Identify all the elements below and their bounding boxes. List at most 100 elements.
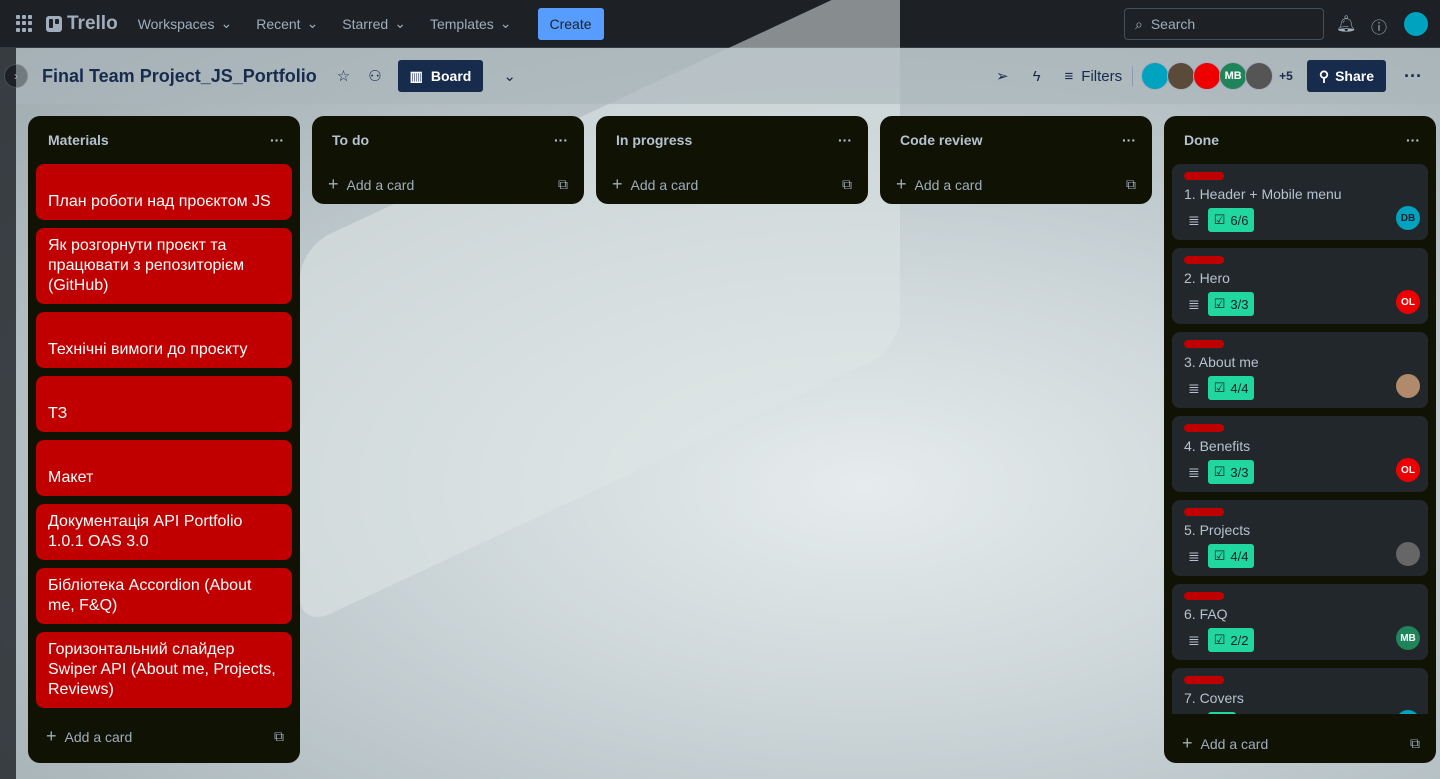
- description-icon: ≣: [1188, 211, 1200, 228]
- card[interactable]: План роботи над проєктом JS: [36, 164, 292, 220]
- card[interactable]: 6. FAQ ≣ ☑ 2/2 MB: [1172, 584, 1428, 660]
- card-scroll-area[interactable]: 1. Header + Mobile menu ≣ ☑ 6/6 DB 2. Her…: [1164, 164, 1436, 714]
- help-icon[interactable]: ⓘ: [1371, 14, 1387, 38]
- checklist-badge: ☑: [1207, 712, 1237, 714]
- add-card-button[interactable]: + Add a card ⧉: [30, 716, 300, 756]
- nav-templates[interactable]: Templates ⌄: [418, 8, 524, 40]
- card-label[interactable]: [1184, 424, 1224, 432]
- card[interactable]: Горизонтальний слайдер Swiper API (About…: [36, 632, 292, 708]
- list-title[interactable]: In progress: [616, 132, 692, 148]
- automation-icon[interactable]: ϟ: [1033, 68, 1041, 85]
- plus-icon: +: [328, 173, 339, 194]
- card[interactable]: 7. Covers ≣ ☑: [1172, 668, 1428, 714]
- checkbox-icon: ☑: [1213, 296, 1226, 311]
- card[interactable]: Як розгорнути проєкт та працювати з репо…: [36, 228, 292, 304]
- search-icon: ⌕: [1135, 15, 1143, 32]
- board-view-button[interactable]: ▥ Board: [397, 60, 484, 92]
- template-icon[interactable]: ⧉: [1126, 176, 1136, 193]
- card[interactable]: 2. Hero ≣ ☑ 3/3 OL: [1172, 248, 1428, 324]
- card[interactable]: Документація API Portfolio 1.0.1 OAS 3.0: [36, 504, 292, 560]
- card[interactable]: Технічні вимоги до проєкту: [36, 312, 292, 368]
- chevron-down-icon: ⌄: [499, 15, 512, 31]
- filter-icon: ≡: [1064, 67, 1074, 85]
- list-title[interactable]: To do: [332, 132, 369, 148]
- member-avatar[interactable]: OL: [1396, 458, 1420, 482]
- board-title[interactable]: Final Team Project_JS_Portfolio: [42, 66, 317, 87]
- member-avatar[interactable]: [1396, 542, 1420, 566]
- card-label[interactable]: [1184, 340, 1224, 348]
- card-label[interactable]: [1184, 592, 1224, 600]
- list-title[interactable]: Done: [1184, 132, 1219, 148]
- list-menu-icon[interactable]: ···: [270, 132, 284, 148]
- add-card-button[interactable]: + Add a card ⧉: [596, 164, 868, 204]
- nav-workspaces[interactable]: Workspaces ⌄: [126, 8, 245, 40]
- app-switcher-icon[interactable]: [16, 14, 34, 33]
- card-title: 4. Benefits: [1184, 438, 1251, 454]
- list-menu-icon[interactable]: ···: [1406, 132, 1420, 148]
- add-card-button[interactable]: + Add a card ⧉: [880, 164, 1152, 204]
- notifications-icon[interactable]: 🔔︎: [1336, 14, 1356, 34]
- nav-recent[interactable]: Recent ⌄: [244, 8, 330, 40]
- checklist-badge: ☑ 3/3: [1207, 460, 1255, 484]
- more-members[interactable]: +5: [1279, 69, 1293, 83]
- search-input[interactable]: ⌕ Search: [1124, 8, 1324, 40]
- card[interactable]: Макет: [36, 440, 292, 496]
- member-avatar[interactable]: [1396, 710, 1420, 714]
- list-done: Done ··· 1. Header + Mobile menu ≣ ☑ 6/6 D…: [1164, 116, 1436, 763]
- add-card-button[interactable]: + Add a card ⧉: [1166, 723, 1436, 763]
- list-menu-icon[interactable]: ···: [1122, 132, 1136, 148]
- member-avatar[interactable]: [1245, 62, 1274, 90]
- share-button[interactable]: ⚲ Share: [1306, 60, 1387, 92]
- card-label[interactable]: [1184, 256, 1224, 264]
- list-title[interactable]: Materials: [48, 132, 109, 148]
- create-button[interactable]: Create: [537, 7, 604, 40]
- chevron-down-icon: ⌄: [220, 15, 233, 31]
- card[interactable]: 4. Benefits ≣ ☑ 3/3 OL: [1172, 416, 1428, 492]
- add-card-button[interactable]: + Add a card ⧉: [312, 164, 584, 204]
- template-icon[interactable]: ⧉: [558, 176, 568, 193]
- member-avatar[interactable]: MB: [1219, 62, 1248, 90]
- plus-icon: +: [1182, 732, 1193, 753]
- member-avatar[interactable]: MB: [1396, 626, 1420, 650]
- card-title: 1. Header + Mobile menu: [1184, 186, 1342, 202]
- member-avatar[interactable]: [1141, 62, 1170, 90]
- star-icon[interactable]: ☆: [337, 67, 350, 85]
- card[interactable]: Бібліотека Accordion (About me, F&Q): [36, 568, 292, 624]
- member-avatar[interactable]: DB: [1396, 206, 1420, 230]
- description-icon: ≣: [1188, 547, 1200, 564]
- card[interactable]: 1. Header + Mobile menu ≣ ☑ 6/6 DB: [1172, 164, 1428, 240]
- card-label[interactable]: [1184, 508, 1224, 516]
- trello-logo[interactable]: Trello: [46, 13, 118, 35]
- more-menu-icon[interactable]: ···: [1404, 66, 1422, 87]
- list-menu-icon[interactable]: ···: [838, 132, 852, 148]
- visibility-icon[interactable]: ⚇: [368, 67, 381, 85]
- divider: [1132, 66, 1134, 86]
- card[interactable]: 5. Projects ≣ ☑ 4/4: [1172, 500, 1428, 576]
- card[interactable]: ТЗ: [36, 376, 292, 432]
- filters-button[interactable]: ≡ Filters: [1065, 68, 1123, 85]
- checklist-badge: ☑ 4/4: [1207, 376, 1255, 400]
- template-icon[interactable]: ⧉: [842, 176, 852, 193]
- logo-text: Trello: [67, 12, 118, 34]
- member-avatar[interactable]: [1167, 62, 1196, 90]
- account-avatar[interactable]: [1404, 12, 1428, 36]
- list-title[interactable]: Code review: [900, 132, 982, 148]
- checkbox-icon: ☑: [1213, 632, 1226, 647]
- member-avatar[interactable]: OL: [1396, 290, 1420, 314]
- description-icon: ≣: [1188, 379, 1200, 396]
- power-ups-icon[interactable]: ➢: [996, 67, 1009, 85]
- member-avatar[interactable]: [1396, 374, 1420, 398]
- nav-starred[interactable]: Starred ⌄: [330, 8, 418, 40]
- member-avatar[interactable]: [1193, 62, 1222, 90]
- chevron-down-icon[interactable]: ⌄: [503, 67, 516, 85]
- top-bar: Trello Workspaces ⌄ Recent ⌄ Starred ⌄ Temp…: [0, 0, 1440, 48]
- card[interactable]: 3. About me ≣ ☑ 4/4: [1172, 332, 1428, 408]
- card-label[interactable]: [1184, 676, 1224, 684]
- checklist-badge: ☑ 4/4: [1207, 544, 1255, 568]
- list-menu-icon[interactable]: ···: [554, 132, 568, 148]
- card-label[interactable]: [1184, 172, 1224, 180]
- list-in-progress: In progress ··· + Add a card ⧉: [596, 116, 868, 204]
- template-icon[interactable]: ⧉: [1410, 735, 1420, 752]
- template-icon[interactable]: ⧉: [274, 728, 284, 745]
- checkbox-icon: ☑: [1213, 212, 1226, 227]
